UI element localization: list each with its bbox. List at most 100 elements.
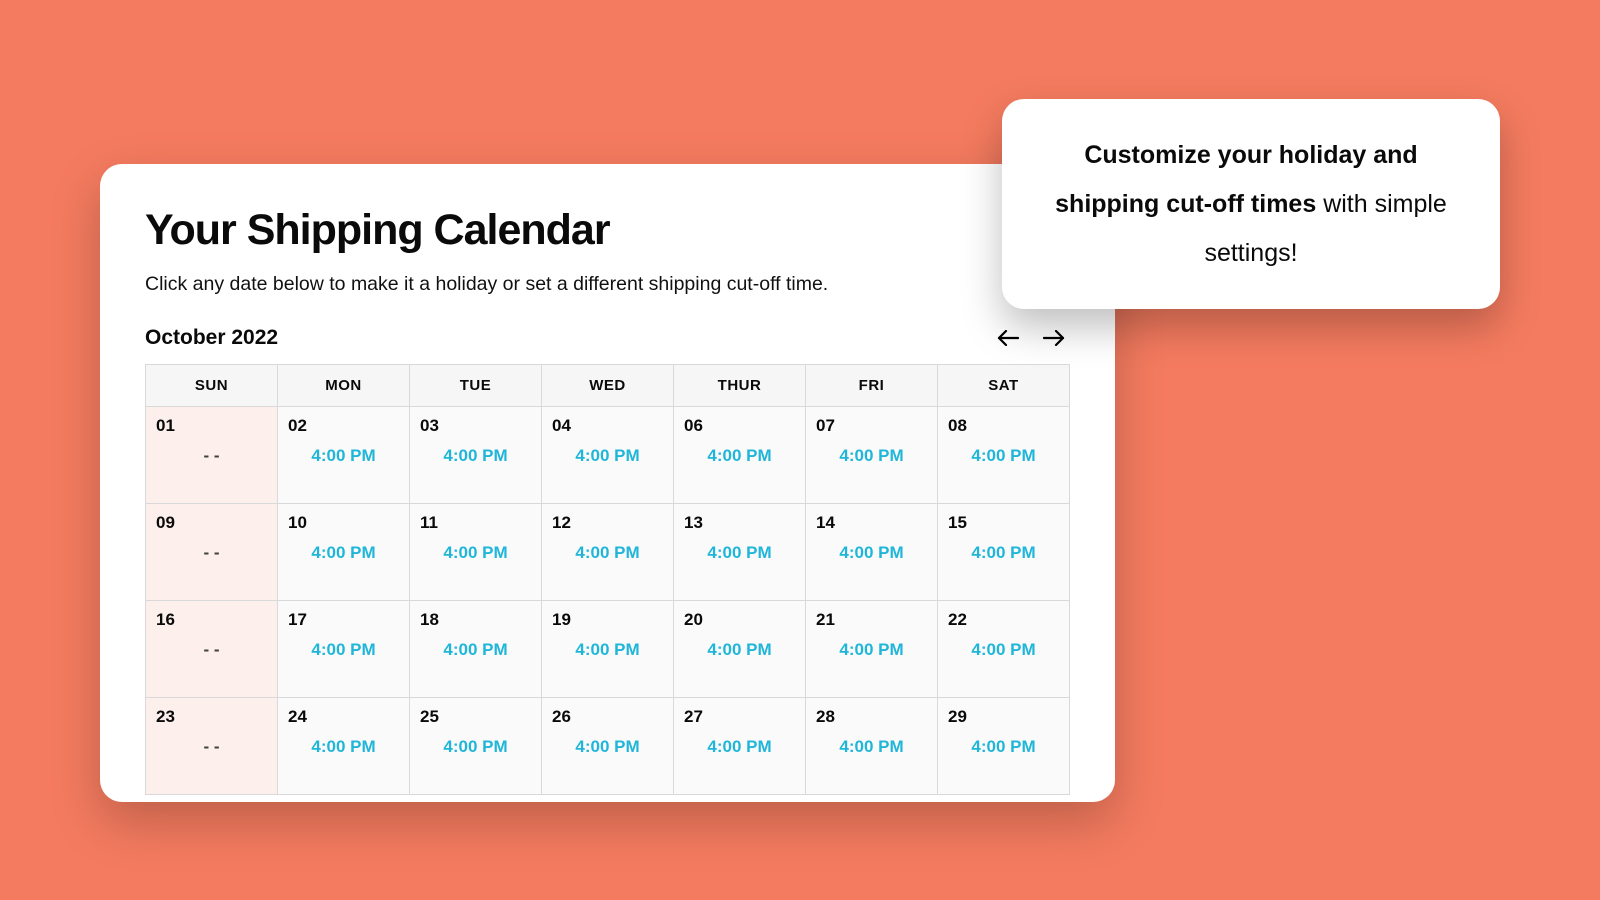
day-number: 26 [542,698,673,727]
cutoff-time: 4:00 PM [410,446,541,466]
day-number: 16 [146,601,277,630]
calendar-cell[interactable]: 274:00 PM [674,698,806,795]
cutoff-time: 4:00 PM [674,640,805,660]
day-number: 14 [806,504,937,533]
cutoff-time: 4:00 PM [938,543,1069,563]
cutoff-time: 4:00 PM [542,737,673,757]
cutoff-time: - - [146,446,277,466]
calendar-cell[interactable]: 23- - [146,698,278,795]
calendar-cell[interactable]: 20 4:00 PM [674,601,806,698]
day-number: 03 [410,407,541,436]
calendar-cell[interactable]: 13 4:00 PM [674,504,806,601]
cutoff-time: 4:00 PM [278,543,409,563]
day-number: 21 [806,601,937,630]
day-number: 24 [278,698,409,727]
cutoff-time: 4:00 PM [542,543,673,563]
day-number: 28 [806,698,937,727]
month-header: October 2022 [145,326,1070,350]
calendar-cell[interactable]: 17 4:00 PM [278,601,410,698]
day-number: 15 [938,504,1069,533]
calendar-cell[interactable]: 04 4:00 PM [542,407,674,504]
cutoff-time: 4:00 PM [938,446,1069,466]
calendar-cell[interactable]: 29 4:00 PM [938,698,1070,795]
cutoff-time: 4:00 PM [806,446,937,466]
cutoff-time: 4:00 PM [806,543,937,563]
day-number: 17 [278,601,409,630]
calendar-row: 16- -174:00 PM184:00 PM194:00 PM204:00 P… [146,601,1070,698]
calendar-cell[interactable]: 24 4:00 PM [278,698,410,795]
callout-card: Customize your holiday and shipping cut-… [1002,99,1500,309]
calendar-cell[interactable]: 224:00 PM [938,601,1070,698]
cutoff-time: 4:00 PM [410,737,541,757]
month-nav [996,326,1070,350]
cutoff-time: 4:00 PM [410,640,541,660]
cutoff-time: - - [146,737,277,757]
cutoff-time: 4:00 PM [278,446,409,466]
cutoff-time: 4:00 PM [938,737,1069,757]
calendar-cell[interactable]: 16 - - [146,601,278,698]
calendar-cell[interactable]: 14 4:00 PM [806,504,938,601]
arrow-right-icon [1043,330,1065,346]
calendar-cell[interactable]: 19 4:00 PM [542,601,674,698]
calendar-cell[interactable]: 15 4:00 PM [938,504,1070,601]
page-title: Your Shipping Calendar [145,206,1070,255]
day-number: 19 [542,601,673,630]
cutoff-time: - - [146,543,277,563]
day-number: 29 [938,698,1069,727]
day-header-thu: THUR [674,365,806,407]
day-number: 20 [674,601,805,630]
month-label: October 2022 [145,326,278,350]
calendar-cell[interactable]: 03 4:00 PM [410,407,542,504]
calendar-cell[interactable]: 024:00 PM [278,407,410,504]
shipping-calendar-card: Your Shipping Calendar Click any date be… [100,164,1115,802]
calendar-cell[interactable]: 07 4:00 PM [806,407,938,504]
day-number: 22 [938,601,1069,630]
calendar-cell[interactable]: 11 4:00 PM [410,504,542,601]
cutoff-time: 4:00 PM [278,640,409,660]
calendar-cell[interactable]: 10 4:00 PM [278,504,410,601]
calendar-cell[interactable]: 28 4:00 PM [806,698,938,795]
cutoff-time: 4:00 PM [674,543,805,563]
calendar-cell[interactable]: 09 - - [146,504,278,601]
day-number: 09 [146,504,277,533]
calendar-row: 09- -104:00 PM114:00 PM124:00 PM134:00 P… [146,504,1070,601]
calendar-cell[interactable]: 25 4:00 PM [410,698,542,795]
day-header-fri: FRI [806,365,938,407]
day-header-wed: WED [542,365,674,407]
cutoff-time: - - [146,640,277,660]
calendar-cell[interactable]: 184:00 PM [410,601,542,698]
cutoff-time: 4:00 PM [806,640,937,660]
calendar-cell[interactable]: 01 - - [146,407,278,504]
day-header-sat: SAT [938,365,1070,407]
next-month-button[interactable] [1042,326,1066,350]
calendar-cell[interactable]: 124:00 PM [542,504,674,601]
cutoff-time: 4:00 PM [278,737,409,757]
day-number: 10 [278,504,409,533]
day-header-mon: MON [278,365,410,407]
day-header-tue: TUE [410,365,542,407]
day-header-sun: SUN [146,365,278,407]
prev-month-button[interactable] [996,326,1020,350]
day-number: 25 [410,698,541,727]
day-number: 07 [806,407,937,436]
day-number: 04 [542,407,673,436]
calendar-table: SUN MON TUE WED THUR FRI SAT 01- -024:00… [145,364,1070,795]
cutoff-time: 4:00 PM [806,737,937,757]
cutoff-time: 4:00 PM [410,543,541,563]
calendar-cell[interactable]: 064:00 PM [674,407,806,504]
day-number: 08 [938,407,1069,436]
day-number: 13 [674,504,805,533]
day-number: 11 [410,504,541,533]
calendar-row: 01- -024:00 PM034:00 PM044:00 PM064:00 P… [146,407,1070,504]
calendar-row: 23- -244:00 PM254:00 PM264:00 PM274:00 P… [146,698,1070,795]
day-number: 01 [146,407,277,436]
calendar-header-row: SUN MON TUE WED THUR FRI SAT [146,365,1070,407]
calendar-cell[interactable]: 08 4:00 PM [938,407,1070,504]
cutoff-time: 4:00 PM [542,446,673,466]
cutoff-time: 4:00 PM [674,446,805,466]
cutoff-time: 4:00 PM [674,737,805,757]
calendar-cell[interactable]: 21 4:00 PM [806,601,938,698]
page-description: Click any date below to make it a holida… [145,273,1070,296]
cutoff-time: 4:00 PM [542,640,673,660]
calendar-cell[interactable]: 26 4:00 PM [542,698,674,795]
